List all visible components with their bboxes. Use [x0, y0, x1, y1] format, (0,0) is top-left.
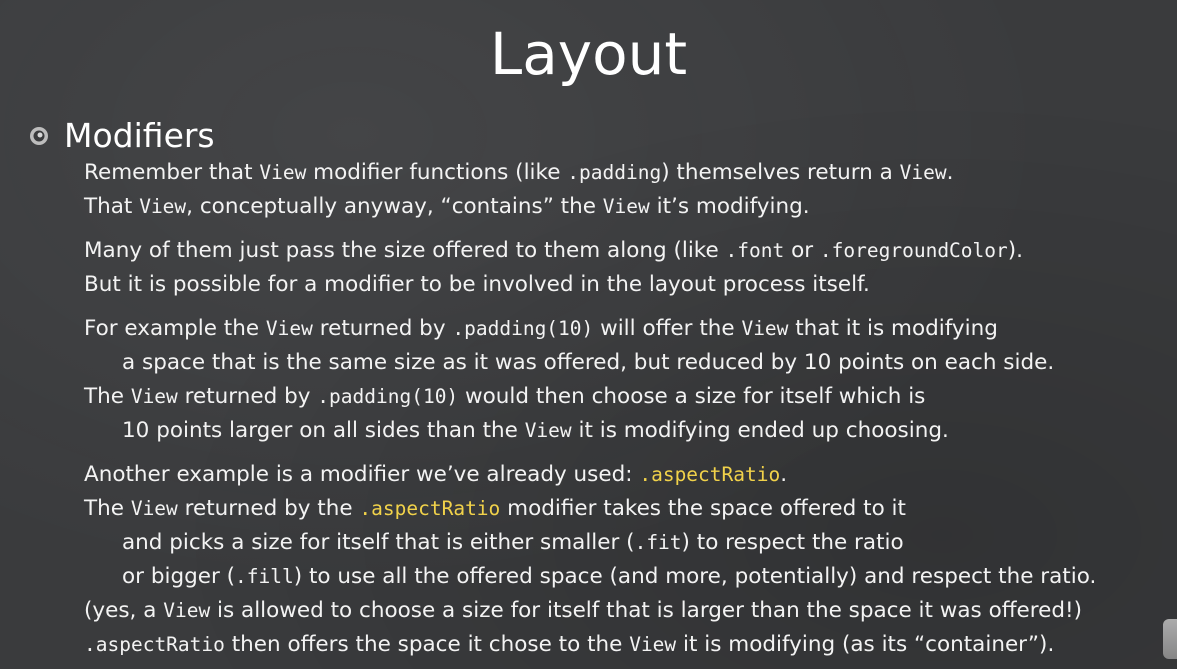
text-line: and picks a size for itself that is eith… [122, 530, 904, 555]
paragraph-3: For example the View returned by .paddin… [84, 312, 1169, 448]
slide-title: Layout [489, 20, 688, 88]
text-line: For example the View returned by .paddin… [84, 316, 998, 341]
slide-number-tab [1163, 619, 1177, 659]
aspect-ratio-highlight: .aspectRatio [639, 463, 781, 486]
text-line: Another example is a modifier we’ve alre… [84, 462, 788, 487]
text-line: That View, conceptually anyway, “contain… [84, 194, 810, 219]
text-line: But it is possible for a modifier to be … [84, 272, 870, 297]
aspect-ratio-highlight: .aspectRatio [359, 497, 501, 520]
section-heading: Modifiers [64, 116, 215, 155]
text-line: The View returned by the .aspectRatio mo… [84, 496, 906, 521]
paragraph-1: Remember that View modifier functions (l… [84, 156, 1169, 224]
text-line: 10 points larger on all sides than the V… [122, 418, 949, 443]
eye-bullet-icon [28, 125, 50, 147]
slide: Layout Modifiers Remember that View modi… [0, 0, 1177, 669]
text-line: Many of them just pass the size offered … [84, 238, 1023, 263]
bullet-heading-row: Modifiers [28, 116, 215, 156]
paragraph-4: Another example is a modifier we’ve alre… [84, 458, 1169, 662]
paragraph-2: Many of them just pass the size offered … [84, 234, 1169, 302]
text-line: or bigger (.fill) to use all the offered… [122, 564, 1097, 589]
text-line: a space that is the same size as it was … [122, 350, 1055, 375]
text-line: (yes, a View is allowed to choose a size… [84, 598, 1083, 623]
slide-body: Remember that View modifier functions (l… [84, 156, 1169, 669]
text-line: Remember that View modifier functions (l… [84, 160, 954, 185]
text-line: The View returned by .padding(10) would … [84, 384, 926, 409]
text-line: .aspectRatio then offers the space it ch… [84, 632, 1055, 657]
